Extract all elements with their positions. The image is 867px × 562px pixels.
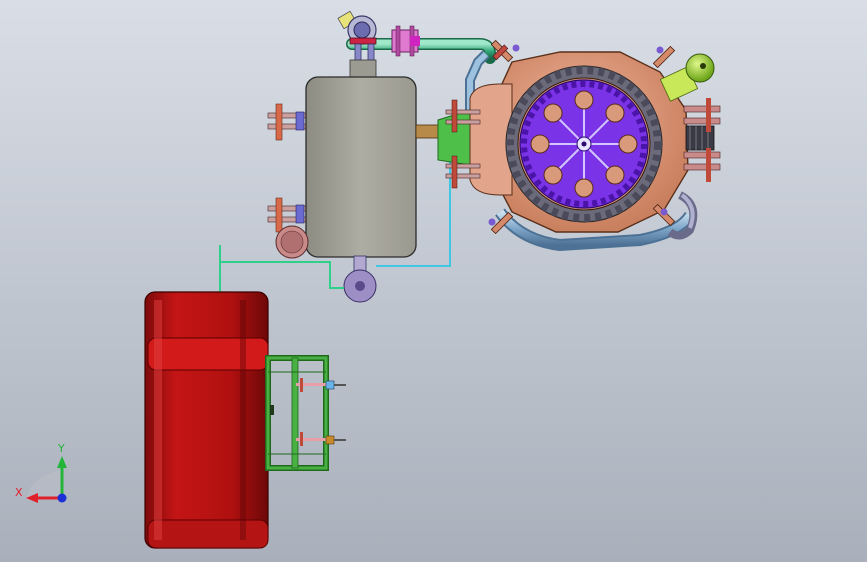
model-canvas[interactable]: [0, 0, 867, 562]
triad-y-label: Y: [58, 442, 65, 455]
graphics-viewport[interactable]: X Y: [0, 0, 867, 562]
triad-x-label: X: [15, 486, 23, 499]
blower-housing[interactable]: [144, 291, 269, 549]
viewport-background: [0, 0, 867, 562]
blower-unit[interactable]: [144, 291, 269, 549]
engine-gear[interactable]: [505, 65, 663, 223]
tank-body[interactable]: [305, 76, 417, 258]
